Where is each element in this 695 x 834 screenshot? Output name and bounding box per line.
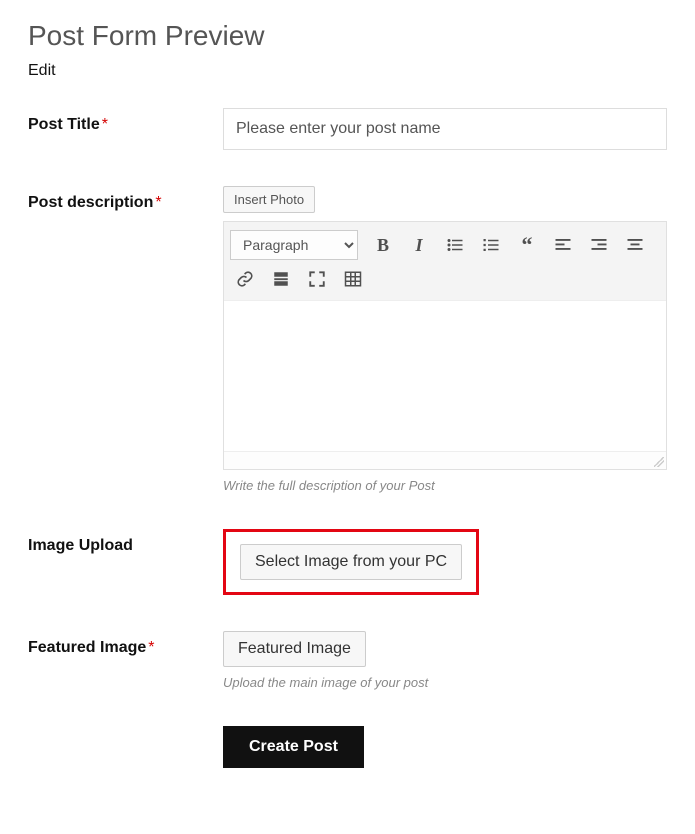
label-image-upload: Image Upload xyxy=(28,529,223,555)
label-featured-image: Featured Image* xyxy=(28,631,223,657)
table-icon[interactable] xyxy=(336,264,370,294)
row-featured-image: Featured Image* Featured Image Upload th… xyxy=(28,631,667,690)
editor-resize-handle[interactable] xyxy=(224,451,666,469)
featured-image-button[interactable]: Featured Image xyxy=(223,631,366,667)
rich-text-editor: Paragraph B I “ xyxy=(223,221,667,470)
italic-icon[interactable]: I xyxy=(402,230,436,260)
row-image-upload: Image Upload Select Image from your PC xyxy=(28,529,667,595)
description-help: Write the full description of your Post xyxy=(223,478,667,493)
highlight-annotation: Select Image from your PC xyxy=(223,529,479,595)
format-select[interactable]: Paragraph xyxy=(230,230,358,260)
quote-icon[interactable]: “ xyxy=(510,230,544,260)
edit-link[interactable]: Edit xyxy=(28,62,56,80)
label-post-description: Post description* xyxy=(28,186,223,212)
create-post-button[interactable]: Create Post xyxy=(223,726,364,768)
required-marker: * xyxy=(148,639,154,656)
align-right-icon[interactable] xyxy=(582,230,616,260)
row-post-description: Post description* Insert Photo Paragraph… xyxy=(28,186,667,493)
post-title-input[interactable] xyxy=(223,108,667,150)
bullet-list-icon[interactable] xyxy=(438,230,472,260)
align-left-icon[interactable] xyxy=(546,230,580,260)
bold-icon[interactable]: B xyxy=(366,230,400,260)
editor-toolbar: Paragraph B I “ xyxy=(224,222,666,301)
numbered-list-icon[interactable] xyxy=(474,230,508,260)
align-center-icon[interactable] xyxy=(618,230,652,260)
link-icon[interactable] xyxy=(228,264,262,294)
featured-help: Upload the main image of your post xyxy=(223,675,667,690)
select-image-button[interactable]: Select Image from your PC xyxy=(240,544,462,580)
hr-icon[interactable] xyxy=(264,264,298,294)
row-post-title: Post Title* xyxy=(28,108,667,150)
editor-textarea[interactable] xyxy=(224,301,666,451)
required-marker: * xyxy=(102,116,108,133)
page-title: Post Form Preview xyxy=(28,20,667,52)
label-post-title: Post Title* xyxy=(28,108,223,134)
required-marker: * xyxy=(155,194,161,211)
row-submit: Create Post xyxy=(28,726,667,768)
fullscreen-icon[interactable] xyxy=(300,264,334,294)
insert-photo-button[interactable]: Insert Photo xyxy=(223,186,315,213)
